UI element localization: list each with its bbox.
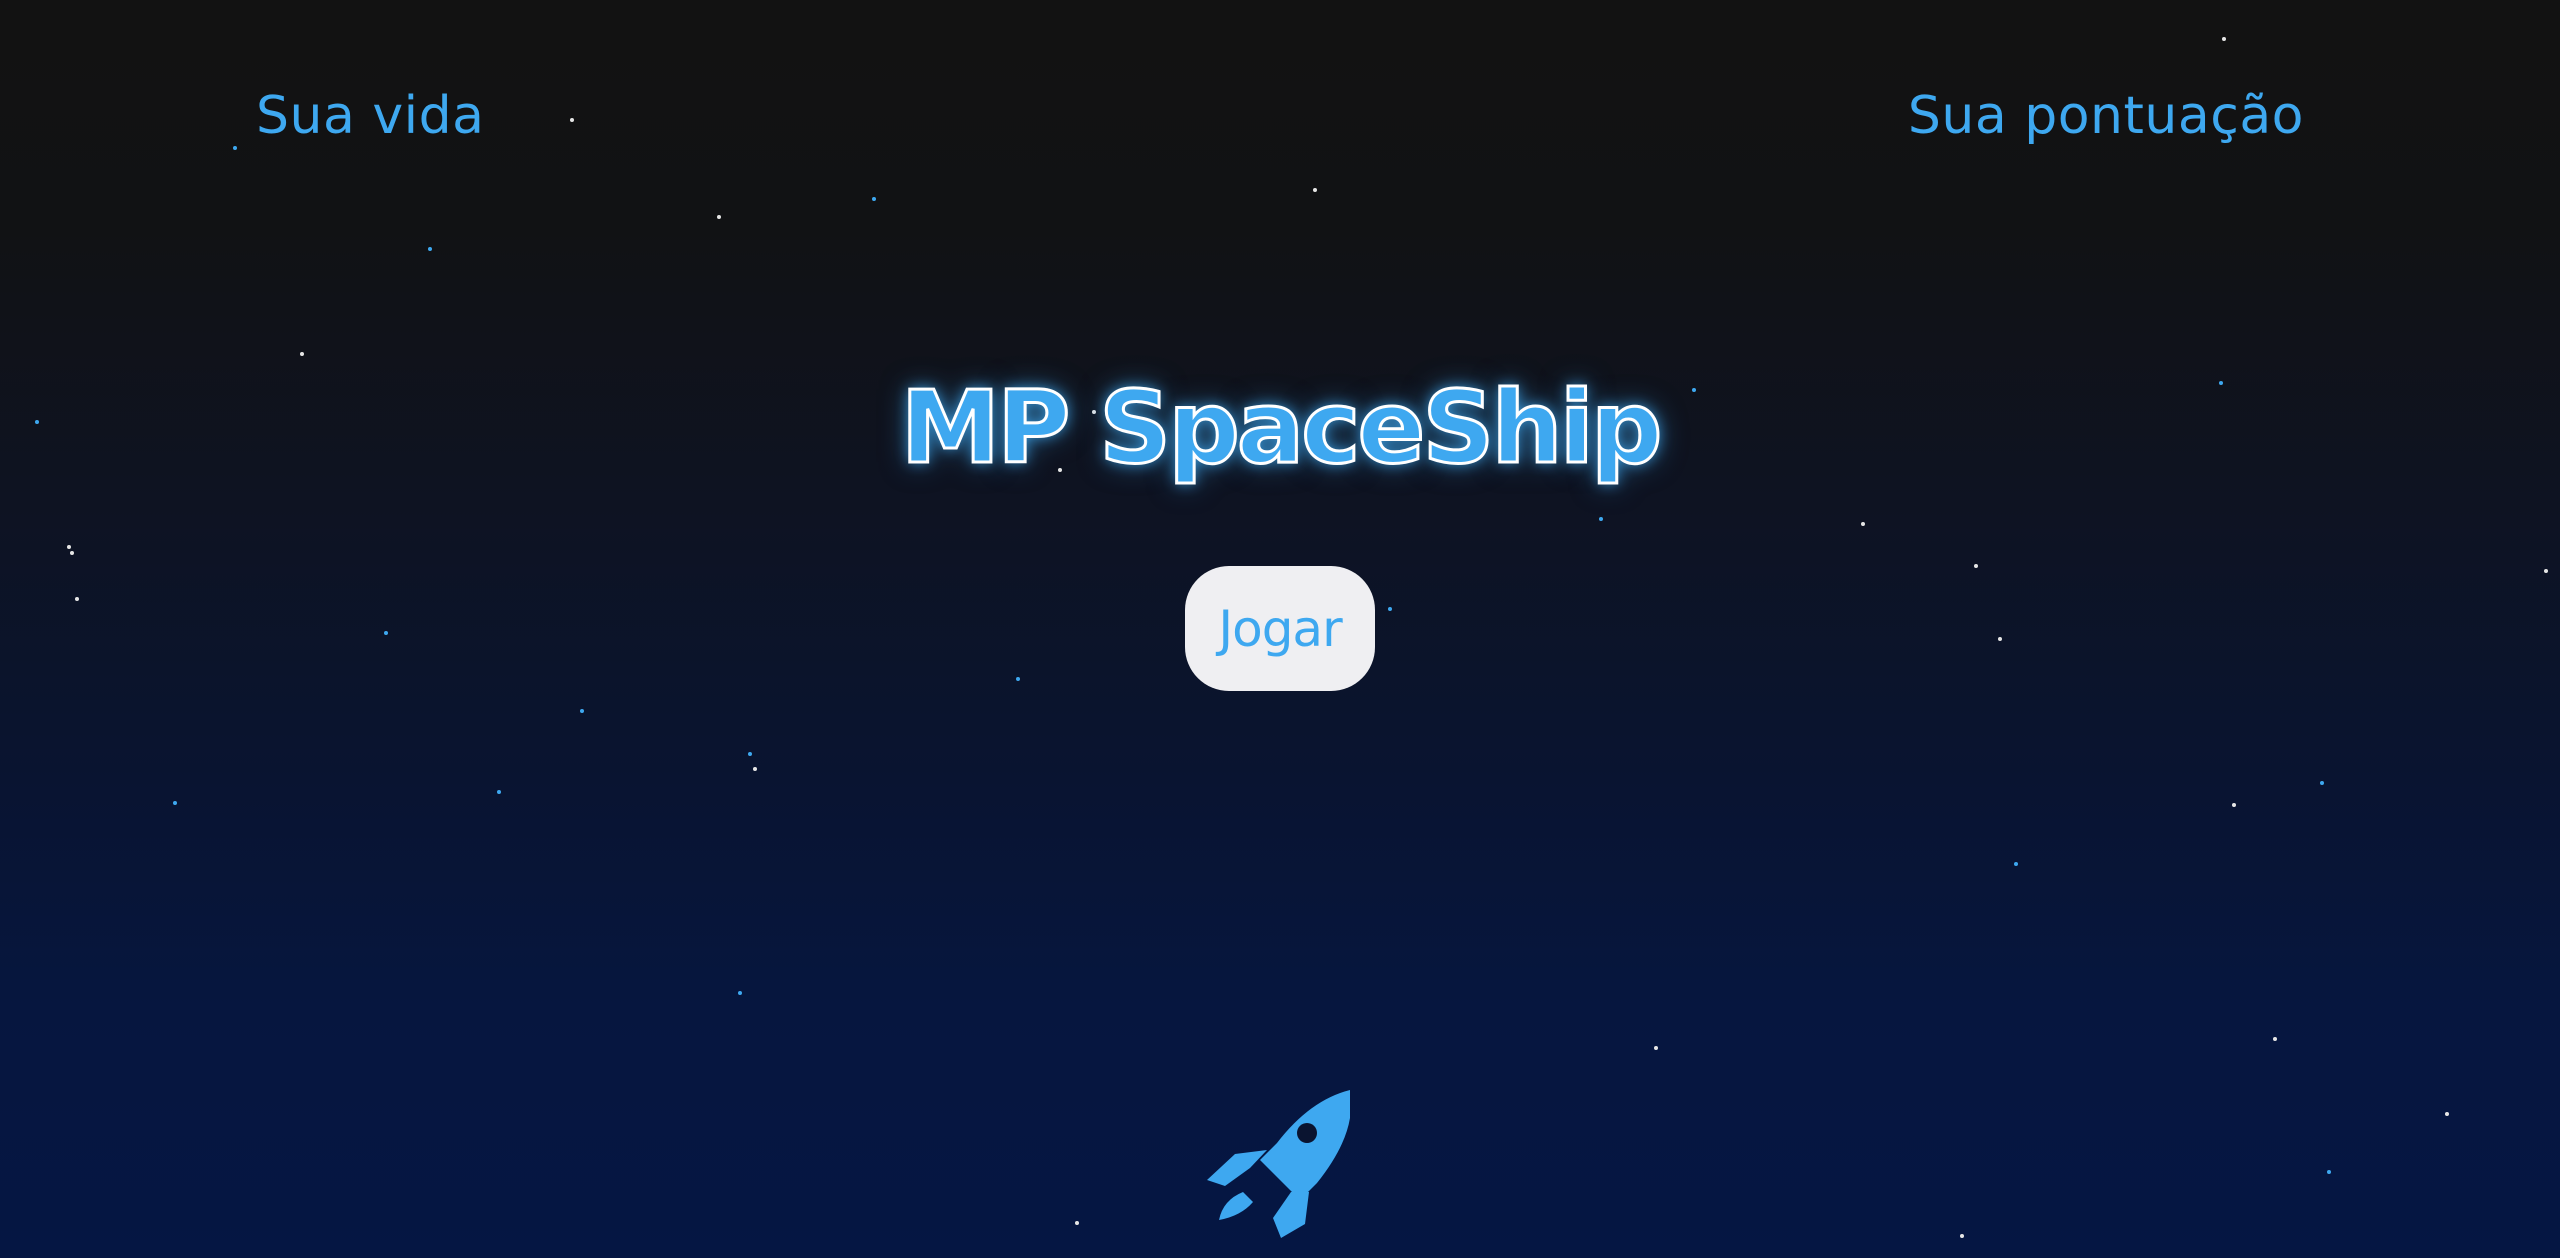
star — [1313, 188, 1317, 192]
life-label: Sua vida — [256, 86, 485, 146]
star — [1974, 564, 1978, 568]
score-label: Sua pontuação — [1907, 86, 2304, 146]
star — [1654, 1046, 1658, 1050]
star — [67, 545, 71, 549]
star — [748, 752, 752, 756]
star — [2544, 569, 2548, 573]
star — [2222, 37, 2226, 41]
star — [300, 352, 304, 356]
star — [2320, 781, 2324, 785]
star — [233, 146, 237, 150]
star — [70, 551, 74, 555]
star — [1861, 522, 1865, 526]
game-title: MP SpaceShip — [899, 369, 1664, 486]
star — [872, 197, 876, 201]
star — [2273, 1037, 2277, 1041]
star — [1998, 637, 2002, 641]
star — [2014, 862, 2018, 866]
rocket-icon — [1207, 1090, 1350, 1238]
star — [173, 801, 177, 805]
star — [2232, 803, 2236, 807]
star — [75, 597, 79, 601]
star — [428, 247, 432, 251]
star — [497, 790, 501, 794]
star — [384, 631, 388, 635]
star — [1016, 677, 1020, 681]
star — [738, 991, 742, 995]
star — [1388, 607, 1392, 611]
star — [2445, 1112, 2449, 1116]
star — [580, 709, 584, 713]
star — [2327, 1170, 2331, 1174]
star — [570, 118, 574, 122]
player-ship[interactable] — [1205, 1088, 1355, 1238]
star — [1960, 1234, 1964, 1238]
star — [753, 767, 757, 771]
play-button[interactable]: Jogar — [1185, 566, 1375, 691]
star — [1599, 517, 1603, 521]
star — [717, 215, 721, 219]
star — [1075, 1221, 1079, 1225]
